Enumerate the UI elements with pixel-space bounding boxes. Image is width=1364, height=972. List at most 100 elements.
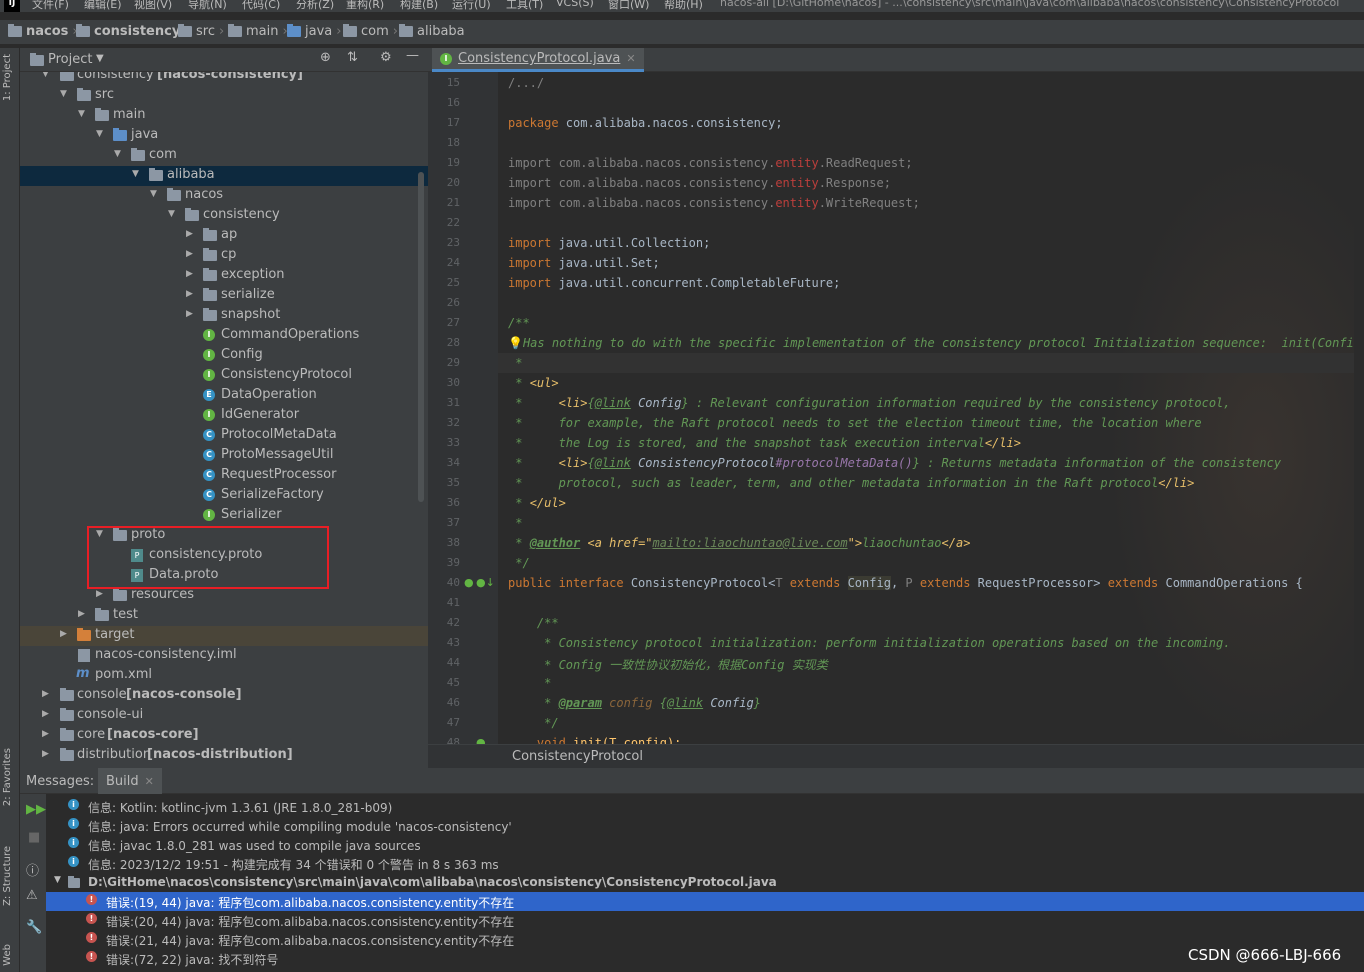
doc-link[interactable]: @link [595, 456, 631, 470]
error-row[interactable]: ! 错误:(72, 22) java: 找不到符号 [46, 949, 1364, 968]
tree-node-idgenerator[interactable]: I IdGenerator [20, 406, 428, 426]
collapse-all-icon[interactable]: ⇅ [347, 50, 358, 65]
tree-node-exception[interactable]: ▶ exception [20, 266, 428, 286]
tree-node-serializefactory[interactable]: C SerializeFactory [20, 486, 428, 506]
collapse-arrow-icon[interactable]: ▶ [186, 229, 193, 239]
menu-analyze[interactable]: 分析(Z) [296, 0, 334, 12]
tree-node-requestprocessor[interactable]: C RequestProcessor [20, 466, 428, 486]
dropdown-arrow-icon[interactable]: ▼ [96, 53, 104, 64]
tree-node-protocolmetadata[interactable]: C ProtocolMetaData [20, 426, 428, 446]
scrollbar[interactable] [418, 172, 424, 502]
breadcrumb-alibaba[interactable]: alibaba [399, 24, 465, 39]
tree-node-dataoperation[interactable]: E DataOperation [20, 386, 428, 406]
expand-arrow-icon[interactable]: ▼ [168, 209, 175, 219]
tree-node-resources[interactable]: ▶ resources [20, 586, 428, 606]
collapse-arrow-icon[interactable]: ▶ [186, 269, 193, 279]
tree-node-ap[interactable]: ▶ ap [20, 226, 428, 246]
tree-node-snapshot[interactable]: ▶ snapshot [20, 306, 428, 326]
tree-node-commandoperations[interactable]: I CommandOperations [20, 326, 428, 346]
structure-tool-tab[interactable]: Z: Structure [2, 846, 13, 906]
message-row[interactable]: i 信息: Kotlin: kotlinc-jvm 1.3.61 (JRE 1.8… [46, 797, 1364, 816]
tree-node-serializer[interactable]: I Serializer [20, 506, 428, 526]
error-row[interactable]: ! 错误:(19, 44) java: 程序包com.alibaba.nacos.… [46, 892, 1364, 911]
tree-node-distribution[interactable]: ▶ distribution [nacos-distribution] [20, 746, 428, 766]
tree-node-config[interactable]: I Config [20, 346, 428, 366]
editor-tab-consistencyprotocol[interactable]: I ConsistencyProtocol.java ✕ [432, 48, 644, 72]
menu-vcs[interactable]: VCS(S) [556, 0, 594, 9]
menu-window[interactable]: 窗口(W) [608, 0, 649, 12]
tree-node-alibaba[interactable]: ▼ alibaba [20, 166, 428, 186]
collapse-arrow-icon[interactable]: ▶ [78, 609, 85, 619]
expand-arrow-icon[interactable]: ▼ [54, 875, 61, 885]
close-icon[interactable]: ✕ [145, 775, 154, 788]
tree-node-nacos[interactable]: ▼ nacos [20, 186, 428, 206]
menu-run[interactable]: 运行(U) [452, 0, 491, 12]
override-gutter-icon[interactable]: ● [476, 736, 486, 744]
menu-refactor[interactable]: 重构(R) [346, 0, 384, 12]
collapse-arrow-icon[interactable]: ▶ [186, 289, 193, 299]
menu-view[interactable]: 视图(V) [134, 0, 172, 12]
build-tab[interactable]: Build ✕ [98, 768, 162, 794]
message-file-row[interactable]: ▼ D:\GitHome\nacos\consistency\src\main\j… [46, 873, 1364, 892]
doc-link[interactable]: @link [667, 696, 703, 710]
tree-node-cp[interactable]: ▶ cp [20, 246, 428, 266]
breadcrumb-java[interactable]: java › [287, 24, 341, 39]
expand-arrow-icon[interactable]: ▼ [96, 129, 103, 139]
lightbulb-icon[interactable]: 💡 [508, 336, 523, 350]
collapse-arrow-icon[interactable]: ▶ [60, 629, 67, 639]
menu-tools[interactable]: 工具(T) [506, 0, 543, 12]
menu-code[interactable]: 代码(C) [242, 0, 280, 12]
expand-arrow-icon[interactable]: ▼ [60, 89, 67, 99]
collapse-arrow-icon[interactable]: ▶ [96, 589, 103, 599]
editor-scrollbar[interactable] [1354, 72, 1364, 744]
tree-node-serialize[interactable]: ▶ serialize [20, 286, 428, 306]
message-row[interactable]: i 信息: javac 1.8.0_281 was used to compile… [46, 835, 1364, 854]
email-link[interactable]: mailto:liaochuntao@live.com [653, 536, 848, 550]
message-row[interactable]: i 信息: java: Errors occurred while compili… [46, 816, 1364, 835]
tree-node-main[interactable]: ▼ main [20, 106, 428, 126]
expand-arrow-icon[interactable]: ▼ [114, 149, 121, 159]
breadcrumb-consistency[interactable]: consistency› [76, 24, 190, 39]
implemented-gutter-icon[interactable]: ● [464, 576, 474, 589]
doc-link[interactable]: @link [595, 396, 631, 410]
gear-icon[interactable]: ⚙ [380, 50, 392, 65]
menu-help[interactable]: 帮助(H) [664, 0, 703, 12]
collapse-arrow-icon[interactable]: ▶ [186, 309, 193, 319]
menu-navigate[interactable]: 导航(N) [188, 0, 227, 12]
favorites-tool-tab[interactable]: 2: Favorites [2, 748, 13, 806]
expand-arrow-icon[interactable]: ▼ [78, 109, 85, 119]
breadcrumb-nacos[interactable]: nacos › [8, 24, 78, 39]
menu-file[interactable]: 文件(F) [32, 0, 69, 12]
rerun-icon[interactable]: ▶▶ [26, 802, 46, 817]
tree-node-pom[interactable]: m pom.xml [20, 666, 428, 686]
message-row[interactable]: i 信息: 2023/12/2 19:51 - 构建完成有 34 个错误和 0 个… [46, 854, 1364, 873]
tree-node-java[interactable]: ▼ java [20, 126, 428, 146]
tree-node-consistencyprotocol[interactable]: I ConsistencyProtocol [20, 366, 428, 386]
project-view-title[interactable]: Project [48, 52, 92, 67]
collapse-arrow-icon[interactable]: ▶ [42, 749, 49, 759]
collapse-arrow-icon[interactable]: ▶ [186, 249, 193, 259]
tree-node-iml[interactable]: nacos-consistency.iml [20, 646, 428, 666]
folded-code[interactable]: /.../ [508, 76, 544, 90]
info-filter-icon[interactable]: ⓘ [26, 860, 39, 879]
tree-node-target[interactable]: ▶ target [20, 626, 428, 646]
expand-arrow-icon[interactable]: ▼ [42, 72, 49, 79]
wrench-icon[interactable]: 🔧 [26, 920, 42, 935]
project-tool-tab[interactable]: 1: Project [2, 54, 13, 101]
minimize-icon[interactable]: — [406, 48, 419, 63]
structure-crumb[interactable]: ConsistencyProtocol [512, 749, 643, 764]
tree-node-consistency-module[interactable]: ▼ consistency [nacos-consistency] [20, 72, 428, 86]
warning-filter-icon[interactable]: ⚠ [26, 888, 38, 903]
stop-icon[interactable]: ■ [28, 830, 40, 845]
collapse-arrow-icon[interactable]: ▶ [42, 689, 49, 699]
expand-arrow-icon[interactable]: ▼ [132, 169, 139, 179]
web-tool-tab[interactable]: Web [2, 944, 13, 966]
expand-arrow-icon[interactable]: ▼ [150, 189, 157, 199]
tree-node-com[interactable]: ▼ com [20, 146, 428, 166]
override-gutter-icon[interactable]: ●↓ [476, 576, 495, 589]
tree-node-src[interactable]: ▼ src [20, 86, 428, 106]
tree-node-console-ui[interactable]: ▶ console-ui [20, 706, 428, 726]
tree-node-consistency-package[interactable]: ▼ consistency [20, 206, 428, 226]
locate-icon[interactable]: ⊕ [320, 50, 331, 65]
breadcrumb-main[interactable]: main › [228, 24, 288, 39]
